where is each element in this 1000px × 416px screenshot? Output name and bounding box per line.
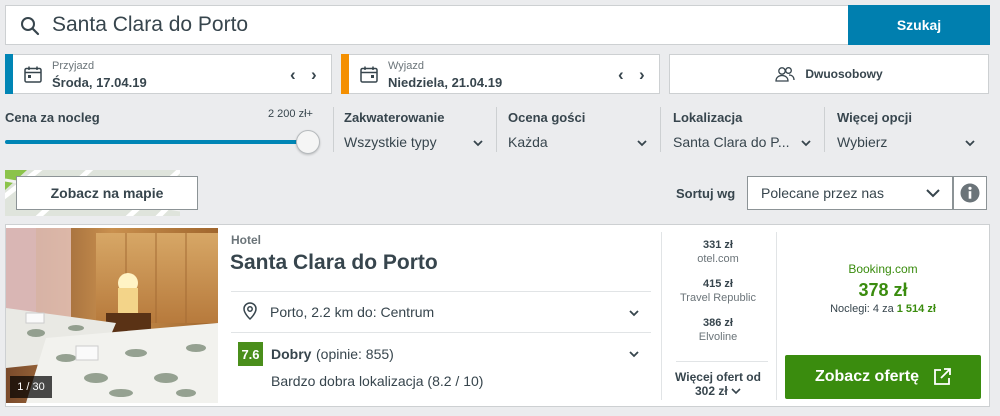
offer-site: Elvoline (698, 331, 738, 343)
rating-count[interactable]: (opinie: 855) (316, 346, 394, 362)
chevron-right-icon[interactable]: › (311, 65, 317, 85)
filter-divider (496, 107, 497, 152)
location-pin-icon (243, 302, 257, 320)
hotel-info-divider (231, 332, 651, 333)
sort-select[interactable]: Polecane przez nas (747, 176, 953, 210)
hotel-location[interactable]: Porto, 2.2 km do: Centrum (270, 304, 434, 320)
calendar-icon (360, 66, 378, 83)
checkin-label: Przyjazd (52, 60, 95, 72)
price-slider-track[interactable] (5, 140, 305, 144)
more-options-title: Więcej opcji (837, 110, 913, 125)
checkout-value: Niedziela, 21.04.19 (388, 75, 503, 90)
chevron-down-icon[interactable] (637, 138, 647, 148)
rating-filter-title: Ocena gości (508, 110, 586, 125)
checkout-date-picker[interactable]: Wyjazd Niedziela, 21.04.19 ‹ › (341, 54, 660, 94)
filter-divider (660, 107, 661, 152)
checkout-label: Wyjazd (388, 60, 424, 72)
offer-price: 415 zł (703, 278, 733, 290)
accommodation-filter-title: Zakwaterowanie (344, 110, 445, 125)
chevron-left-icon[interactable]: ‹ (290, 65, 296, 85)
best-deal-total: Noclegi: 4 za 1 514 zł (777, 303, 989, 315)
checkin-accent-bar (5, 54, 13, 94)
price-filter-title: Cena za nocleg (5, 110, 100, 125)
hotel-info-divider (231, 291, 651, 292)
offer-price: 386 zł (703, 317, 733, 329)
sort-info-button[interactable] (953, 176, 987, 210)
info-icon (960, 183, 980, 203)
rating-text[interactable]: Dobry (271, 346, 311, 362)
view-offer-button[interactable]: Zobacz ofertę (785, 355, 981, 399)
more-offers-link[interactable]: Więcej ofert od 302 zł (662, 370, 774, 398)
rating-score-badge: 7.6 (238, 342, 263, 366)
calendar-icon (24, 66, 42, 83)
chevron-down-icon (731, 388, 741, 395)
location-filter-title: Lokalizacja (673, 110, 743, 125)
room-type-label: Dwuosobowy (805, 67, 883, 81)
offer-site: Travel Republic (679, 292, 756, 304)
search-button[interactable]: Szukaj (848, 5, 990, 45)
location-filter-select[interactable]: Santa Clara do P... (673, 134, 789, 150)
more-offers-price: 302 zł (694, 384, 728, 398)
price-offer-travel-republic[interactable]: 415 zł Travel Republic (662, 277, 774, 305)
offer-price: 331 zł (703, 239, 733, 251)
offer-site: otel.com (697, 253, 739, 265)
best-deal-price[interactable]: 378 zł (777, 280, 989, 301)
search-input[interactable]: Santa Clara do Porto (52, 13, 248, 37)
sort-value: Polecane przez nas (761, 185, 884, 201)
show-map-button[interactable]: Zobacz na mapie (16, 176, 198, 210)
sort-label: Sortuj wg (676, 186, 736, 201)
chevron-down-icon[interactable] (801, 138, 811, 148)
total-price: 1 514 zł (896, 303, 936, 315)
best-deal-site[interactable]: Booking.com (777, 262, 989, 276)
checkout-accent-bar (341, 54, 349, 94)
filter-divider (333, 107, 334, 152)
nights-label: Noclegi: 4 za (830, 303, 894, 315)
price-slider-handle[interactable] (296, 130, 320, 154)
checkin-date-picker[interactable]: Przyjazd Środa, 17.04.19 ‹ › (5, 54, 332, 94)
chevron-down-icon[interactable] (473, 138, 483, 148)
search-icon (21, 17, 40, 36)
chevron-down-icon[interactable] (965, 138, 975, 148)
photo-counter: 1 / 30 (10, 376, 52, 398)
chevron-down-icon[interactable] (629, 308, 639, 318)
rating-highlight: Bardzo dobra lokalizacja (8.2 / 10) (271, 373, 484, 389)
more-offers-divider (676, 361, 768, 362)
checkin-value: Środa, 17.04.19 (52, 75, 147, 90)
chevron-left-icon[interactable]: ‹ (618, 65, 624, 85)
price-column-divider (776, 232, 777, 400)
more-offers-label: Więcej ofert od (675, 370, 761, 384)
price-offer-otel[interactable]: 331 zł otel.com (662, 238, 774, 266)
price-max-label: 2 200 zł+ (268, 108, 313, 120)
external-link-icon (934, 368, 951, 385)
hotel-name[interactable]: Santa Clara do Porto (230, 251, 438, 275)
price-offer-elvoline[interactable]: 386 zł Elvoline (662, 316, 774, 344)
room-type-selector[interactable]: Dwuosobowy (669, 54, 989, 94)
more-options-select[interactable]: Wybierz (837, 134, 887, 150)
guests-icon (775, 67, 795, 82)
accommodation-filter-select[interactable]: Wszystkie typy (344, 134, 437, 150)
rating-filter-select[interactable]: Każda (508, 134, 548, 150)
chevron-down-icon[interactable] (629, 349, 639, 359)
view-offer-label: Zobacz ofertę (814, 368, 919, 385)
chevron-down-icon (926, 189, 940, 198)
search-field[interactable]: Santa Clara do Porto (5, 5, 848, 45)
hotel-type: Hotel (231, 233, 261, 247)
chevron-right-icon[interactable]: › (639, 65, 645, 85)
filter-divider (824, 107, 825, 152)
